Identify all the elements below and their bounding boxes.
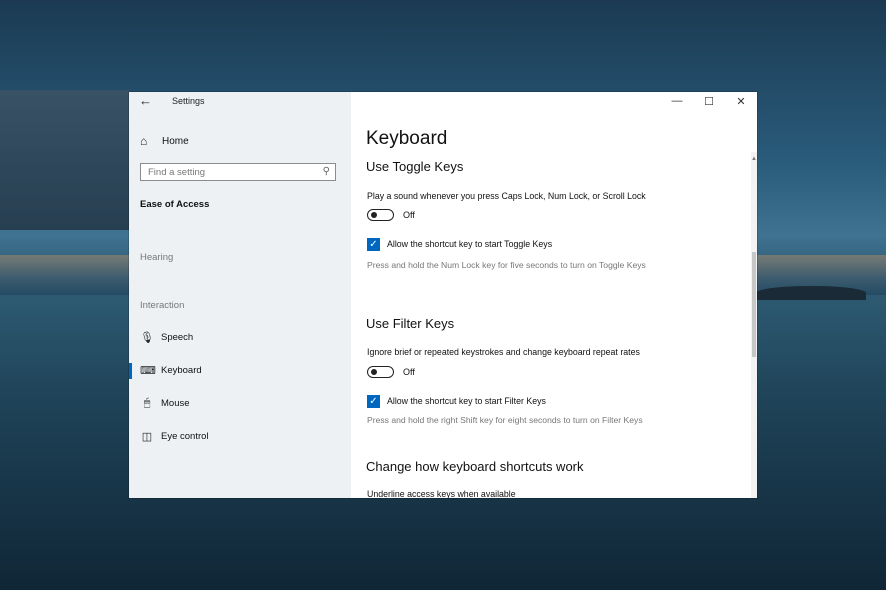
checkbox-label: Allow the shortcut key to start Filter K… (387, 396, 546, 406)
toggle-keys-hint: Press and hold the Num Lock key for five… (367, 260, 646, 270)
sidebar-item-mouse[interactable]: 🖱︎ Mouse (129, 395, 351, 413)
home-icon: ⌂ (140, 134, 148, 148)
app-title: Settings (172, 96, 205, 106)
mouse-icon: 🖱︎ (143, 397, 151, 409)
maximize-button[interactable]: ☐ (693, 92, 725, 110)
sidebar-item-label: Keyboard (161, 365, 202, 376)
keyboard-icon: ⌨ (140, 365, 156, 377)
settings-window: ← Settings ⌂ Home Find a setting ⚲ Ease … (129, 92, 757, 498)
filter-keys-hint: Press and hold the right Shift key for e… (367, 415, 643, 425)
main-content: — ☐ ✕ Keyboard Use Toggle Keys Play a so… (351, 92, 757, 498)
search-input[interactable]: Find a setting ⚲ (140, 163, 336, 181)
sidebar-item-label: Eye control (161, 431, 209, 442)
toggle-keys-description: Play a sound whenever you press Caps Loc… (367, 191, 646, 201)
sidebar-item-label: Speech (161, 332, 194, 343)
wallpaper-building (0, 90, 130, 230)
sidebar: ← Settings ⌂ Home Find a setting ⚲ Ease … (129, 92, 351, 498)
sidebar-item-keyboard[interactable]: ⌨ Keyboard (129, 362, 351, 380)
shortcuts-description: Underline access keys when available (367, 489, 516, 498)
filter-keys-switch[interactable]: Off (367, 365, 415, 379)
toggle-state-label: Off (403, 210, 415, 220)
shortcuts-heading: Change how keyboard shortcuts work (366, 459, 584, 474)
sidebar-item-speech[interactable]: 🎙︎ Speech (129, 329, 351, 347)
checkmark-icon[interactable]: ✓ (367, 237, 380, 251)
search-placeholder: Find a setting (148, 167, 206, 178)
toggle-switch[interactable] (367, 209, 394, 221)
microphone-icon: 🎙︎ (140, 332, 154, 344)
page-title: Keyboard (366, 128, 448, 149)
filter-keys-shortcut-checkbox[interactable]: ✓ Allow the shortcut key to start Filter… (367, 394, 546, 408)
checkmark-icon[interactable]: ✓ (367, 394, 380, 408)
home-link[interactable]: ⌂ Home (140, 132, 340, 150)
toggle-keys-shortcut-checkbox[interactable]: ✓ Allow the shortcut key to start Toggle… (367, 237, 552, 251)
scroll-up-icon[interactable]: ▲ (751, 156, 757, 162)
toggle-state-label: Off (403, 367, 415, 377)
scrollbar-thumb[interactable] (752, 252, 756, 357)
toggle-knob (371, 369, 377, 375)
sidebar-item-eye-control[interactable]: ◫ Eye control (129, 428, 351, 446)
toggle-switch[interactable] (367, 366, 394, 378)
search-icon: ⚲ (322, 166, 330, 177)
filter-keys-heading: Use Filter Keys (366, 316, 455, 331)
toggle-keys-heading: Use Toggle Keys (366, 159, 464, 174)
group-label-hearing: Hearing (140, 252, 174, 263)
selected-indicator (129, 363, 132, 379)
close-button[interactable]: ✕ (725, 92, 757, 110)
checkbox-label: Allow the shortcut key to start Toggle K… (387, 239, 553, 249)
title-bar: ← Settings (129, 92, 351, 110)
minimize-button[interactable]: — (661, 92, 693, 110)
toggle-knob (371, 212, 377, 218)
sidebar-item-label: Mouse (161, 398, 190, 409)
eye-control-icon: ◫ (141, 431, 153, 443)
group-label-interaction: Interaction (140, 300, 185, 311)
wallpaper-rock (756, 286, 866, 300)
toggle-keys-switch[interactable]: Off (367, 208, 415, 222)
back-arrow-icon[interactable]: ← (139, 93, 152, 108)
window-controls: — ☐ ✕ (661, 92, 757, 110)
filter-keys-description: Ignore brief or repeated keystrokes and … (367, 347, 640, 357)
home-label: Home (162, 135, 189, 147)
section-title: Ease of Access (140, 199, 210, 210)
